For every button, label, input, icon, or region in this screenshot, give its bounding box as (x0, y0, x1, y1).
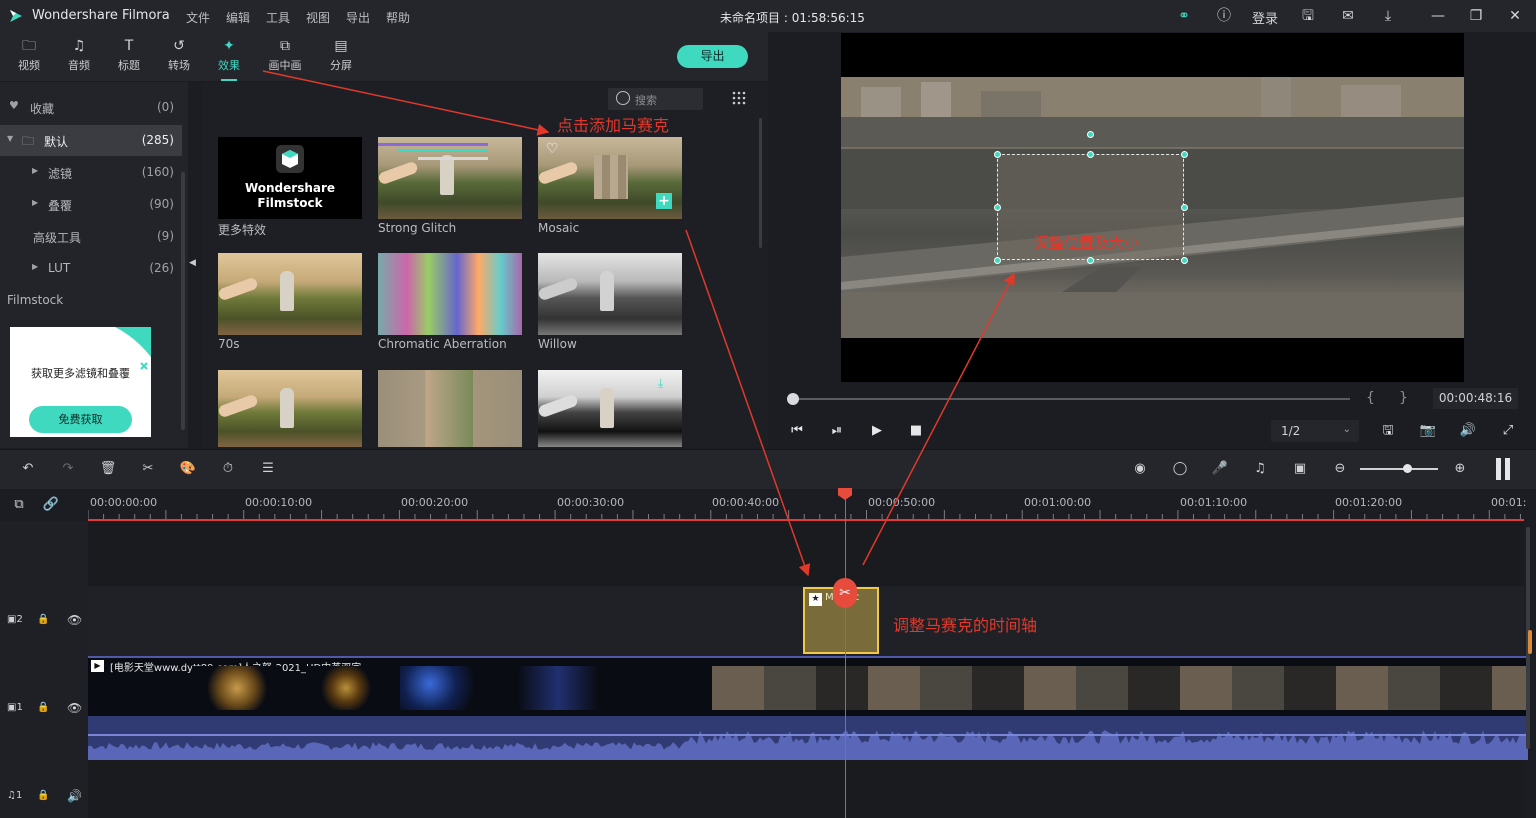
arrow-to-mosaic-effect (262, 70, 550, 136)
arrow-to-timeline-clip (685, 229, 811, 577)
annotation-arrows (262, 70, 1015, 577)
arrow-to-selection-box (862, 272, 1015, 566)
